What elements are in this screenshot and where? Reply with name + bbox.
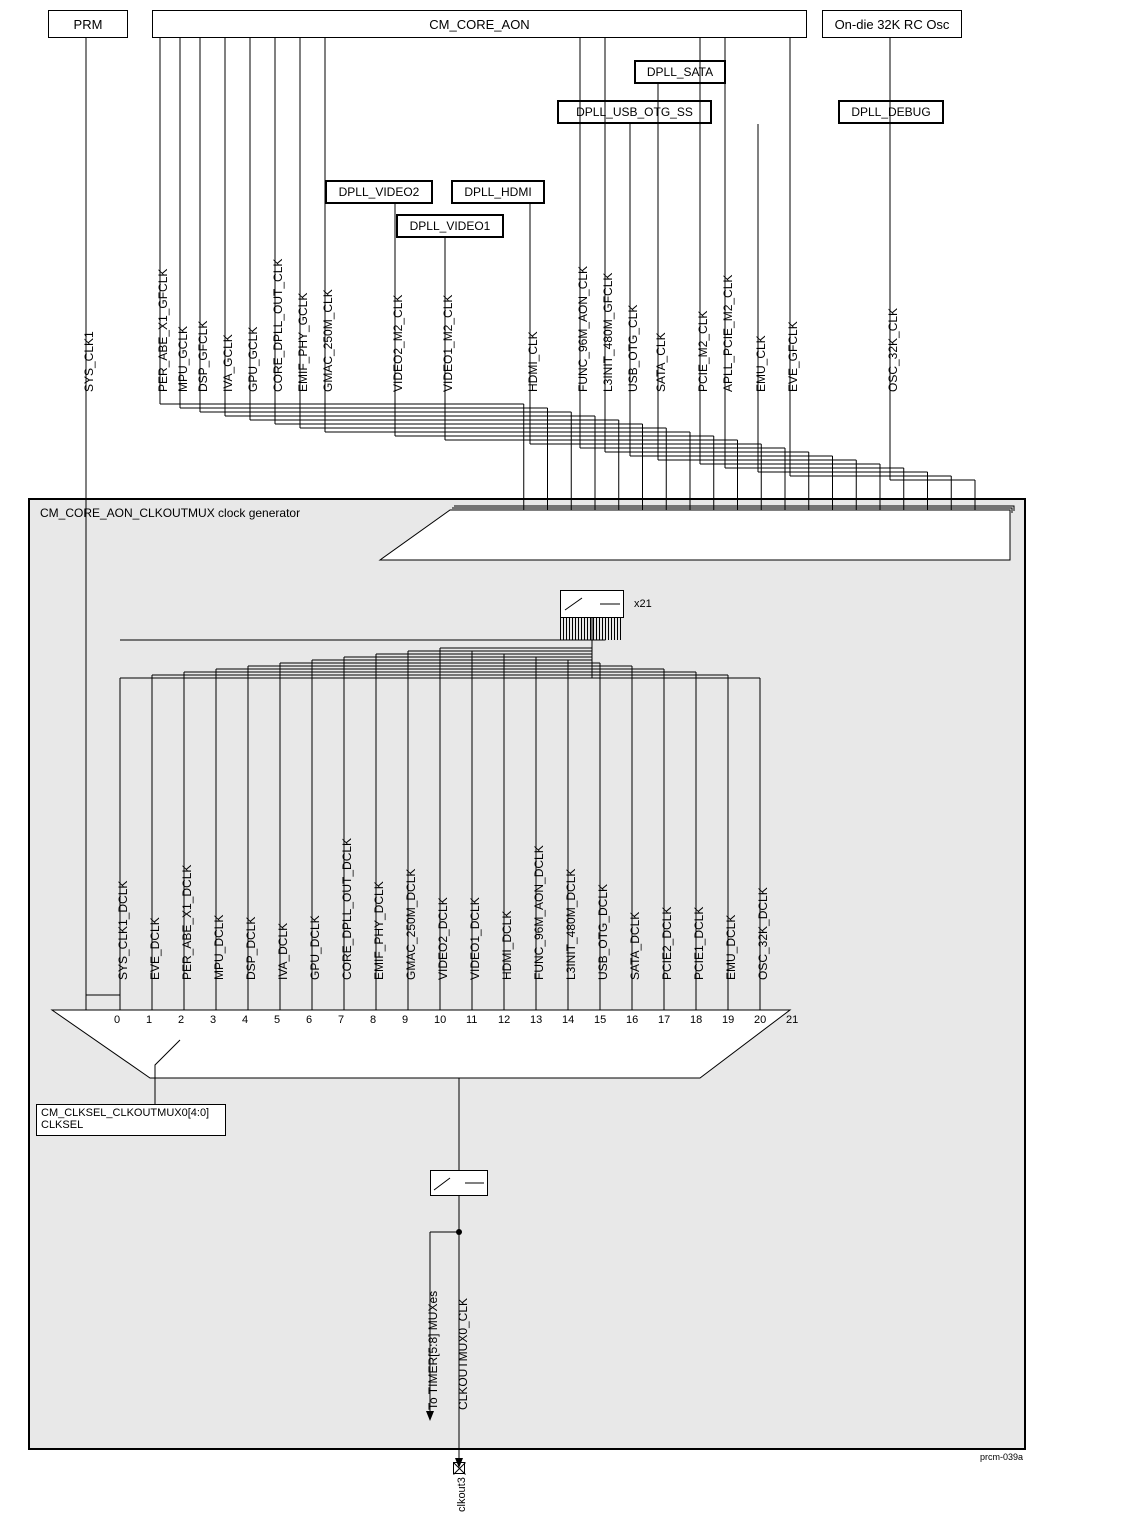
- mux-idx-11: 11: [466, 1014, 477, 1026]
- clock-generator-box: [28, 498, 1026, 1450]
- mux-idx-14: 14: [562, 1014, 574, 1026]
- dpll-video2: DPLL_VIDEO2: [325, 180, 433, 204]
- sig-gmac_250m_clk: GMAC_250M_CLK: [321, 289, 335, 392]
- mux-idx-20: 20: [754, 1014, 766, 1026]
- osc32-label: On-die 32K RC Osc: [835, 17, 950, 32]
- mux-idx-15: 15: [594, 1014, 606, 1026]
- footer-id: prcm-039a: [980, 1452, 1023, 1462]
- dclk-per_abe_x1_dclk: PER_ABE_X1_DCLK: [180, 865, 194, 980]
- sig-emu_clk: EMU_CLK: [754, 335, 768, 392]
- dpll-debug: DPLL_DEBUG: [838, 100, 944, 124]
- clkout3-pad: [453, 1462, 465, 1474]
- sig-emif_phy_gclk: EMIF_PHY_GCLK: [296, 293, 310, 392]
- dclk-l3init_480m_dclk: L3INIT_480M_DCLK: [564, 869, 578, 980]
- sig-usb_otg_clk: USB_OTG_CLK: [626, 305, 640, 392]
- switch-x21: [560, 590, 624, 618]
- mux-idx-1: 1: [146, 1014, 152, 1026]
- mux-idx-8: 8: [370, 1014, 376, 1026]
- reg-clksel: CM_CLKSEL_CLKOUTMUX0[4:0] CLKSEL: [36, 1104, 226, 1136]
- dclk-usb_otg_dclk: USB_OTG_DCLK: [596, 884, 610, 980]
- mux-idx-19: 19: [722, 1014, 734, 1026]
- mux-idx-12: 12: [498, 1014, 510, 1026]
- cm-core-aon-label: CM_CORE_AON: [429, 17, 529, 32]
- dpll-usb: DPLL_USB_OTG_SS: [557, 100, 712, 124]
- divider-ratios-2: 1/16, 1/32: [660, 542, 722, 558]
- x21-a: x21: [850, 535, 868, 547]
- sig-iva_gclk: IVA_GCLK: [221, 334, 235, 392]
- dpll-sata: DPLL_SATA: [634, 60, 726, 84]
- sig-apll_pcie_m2_clk: APLL_PCIE_M2_CLK: [721, 275, 735, 392]
- clkoutmux-output-label: CLKOUTMUX0_CLK: [456, 1298, 470, 1410]
- dclk-video1_dclk: VIDEO1_DCLK: [468, 897, 482, 980]
- mux-idx-18: 18: [690, 1014, 702, 1026]
- dclk-gpu_dclk: GPU_DCLK: [308, 915, 322, 980]
- osc32-box: On-die 32K RC Osc: [822, 10, 962, 38]
- generator-title: CM_CORE_AON_CLKOUTMUX clock generator: [40, 506, 300, 520]
- sig-l3init_480m_gfclk: L3INIT_480M_GFCLK: [601, 273, 615, 392]
- mux-name: CLKOUTMUX0: [302, 1049, 384, 1063]
- dclk-video2_dclk: VIDEO2_DCLK: [436, 897, 450, 980]
- x21-b: x21: [634, 598, 652, 610]
- dclk-mpu_dclk: MPU_DCLK: [212, 915, 226, 980]
- dclk-osc_32k_dclk: OSC_32K_DCLK: [756, 887, 770, 980]
- dclk-emu_dclk: EMU_DCLK: [724, 915, 738, 980]
- prm-box: PRM: [48, 10, 128, 38]
- dclk-eve_dclk: EVE_DCLK: [148, 917, 162, 980]
- dpll-video1: DPLL_VIDEO1: [396, 214, 504, 238]
- mux-idx-4: 4: [242, 1014, 248, 1026]
- sig-gpu_gclk: GPU_GCLK: [246, 327, 260, 392]
- mux-idx-17: 17: [658, 1014, 670, 1026]
- sig-per_abe_x1_gfclk: PER_ABE_X1_GFCLK: [156, 269, 170, 392]
- dclk-iva_dclk: IVA_DCLK: [276, 923, 290, 980]
- mux-idx-2: 2: [178, 1014, 184, 1026]
- sig-sata_clk: SATA_CLK: [654, 332, 668, 392]
- sig-video2_m2_clk: VIDEO2_M2_CLK: [391, 295, 405, 392]
- cm-core-aon-box: CM_CORE_AON: [152, 10, 807, 38]
- sig-func_96m_aon_clk: FUNC_96M_AON_CLK: [576, 266, 590, 392]
- dclk-func_96m_aon_dclk: FUNC_96M_AON_DCLK: [532, 845, 546, 980]
- mux-idx-13: 13: [530, 1014, 542, 1026]
- mux-idx-7: 7: [338, 1014, 344, 1026]
- output-switch: [430, 1170, 488, 1196]
- timer-output-label: To TIMER[5:8] MUXes: [426, 1291, 440, 1410]
- sig-mpu_gclk: MPU_GCLK: [176, 326, 190, 392]
- mux-idx-16: 16: [626, 1014, 638, 1026]
- dclk-gmac_250m_dclk: GMAC_250M_DCLK: [404, 869, 418, 980]
- sig-core_dpll_out_clk: CORE_DPLL_OUT_CLK: [271, 259, 285, 392]
- mux-idx-10: 10: [434, 1014, 446, 1026]
- mux-idx-21: 21: [786, 1014, 798, 1026]
- mux-idx-0: 0: [114, 1014, 120, 1026]
- dclk-core_dpll_out_dclk: CORE_DPLL_OUT_DCLK: [340, 838, 354, 980]
- dclk-sys_clk1_dclk: SYS_CLK1_DCLK: [116, 881, 130, 980]
- sig-eve_gfclk: EVE_GFCLK: [786, 321, 800, 392]
- mux-idx-6: 6: [306, 1014, 312, 1026]
- sig-osc_32k_clk: OSC_32K_CLK: [886, 308, 900, 392]
- clkout3-label: clkout3: [456, 1477, 468, 1512]
- dpll-hdmi: DPLL_HDMI: [451, 180, 545, 204]
- mux-idx-9: 9: [402, 1014, 408, 1026]
- mux-idx-5: 5: [274, 1014, 280, 1026]
- dclk-pcie1_dclk: PCIE1_DCLK: [692, 907, 706, 980]
- mux-idx-3: 3: [210, 1014, 216, 1026]
- divider-ratios-1: 1/1, 1/2, 1/4, 1/8: [630, 522, 731, 538]
- prm-label: PRM: [74, 17, 103, 32]
- sig-sys-clk1: SYS_CLK1: [82, 331, 96, 392]
- dclk-dsp_dclk: DSP_DCLK: [244, 917, 258, 980]
- dclk-emif_phy_dclk: EMIF_PHY_DCLK: [372, 881, 386, 980]
- dclk-sata_dclk: SATA_DCLK: [628, 912, 642, 980]
- sig-pcie_m2_clk: PCIE_M2_CLK: [696, 311, 710, 392]
- sig-hdmi_clk: HDMI_CLK: [526, 331, 540, 392]
- sig-video1_m2_clk: VIDEO1_M2_CLK: [441, 295, 455, 392]
- sig-dsp_gfclk: DSP_GFCLK: [196, 321, 210, 392]
- dclk-hdmi_dclk: HDMI_DCLK: [500, 911, 514, 980]
- dclk-pcie2_dclk: PCIE2_DCLK: [660, 907, 674, 980]
